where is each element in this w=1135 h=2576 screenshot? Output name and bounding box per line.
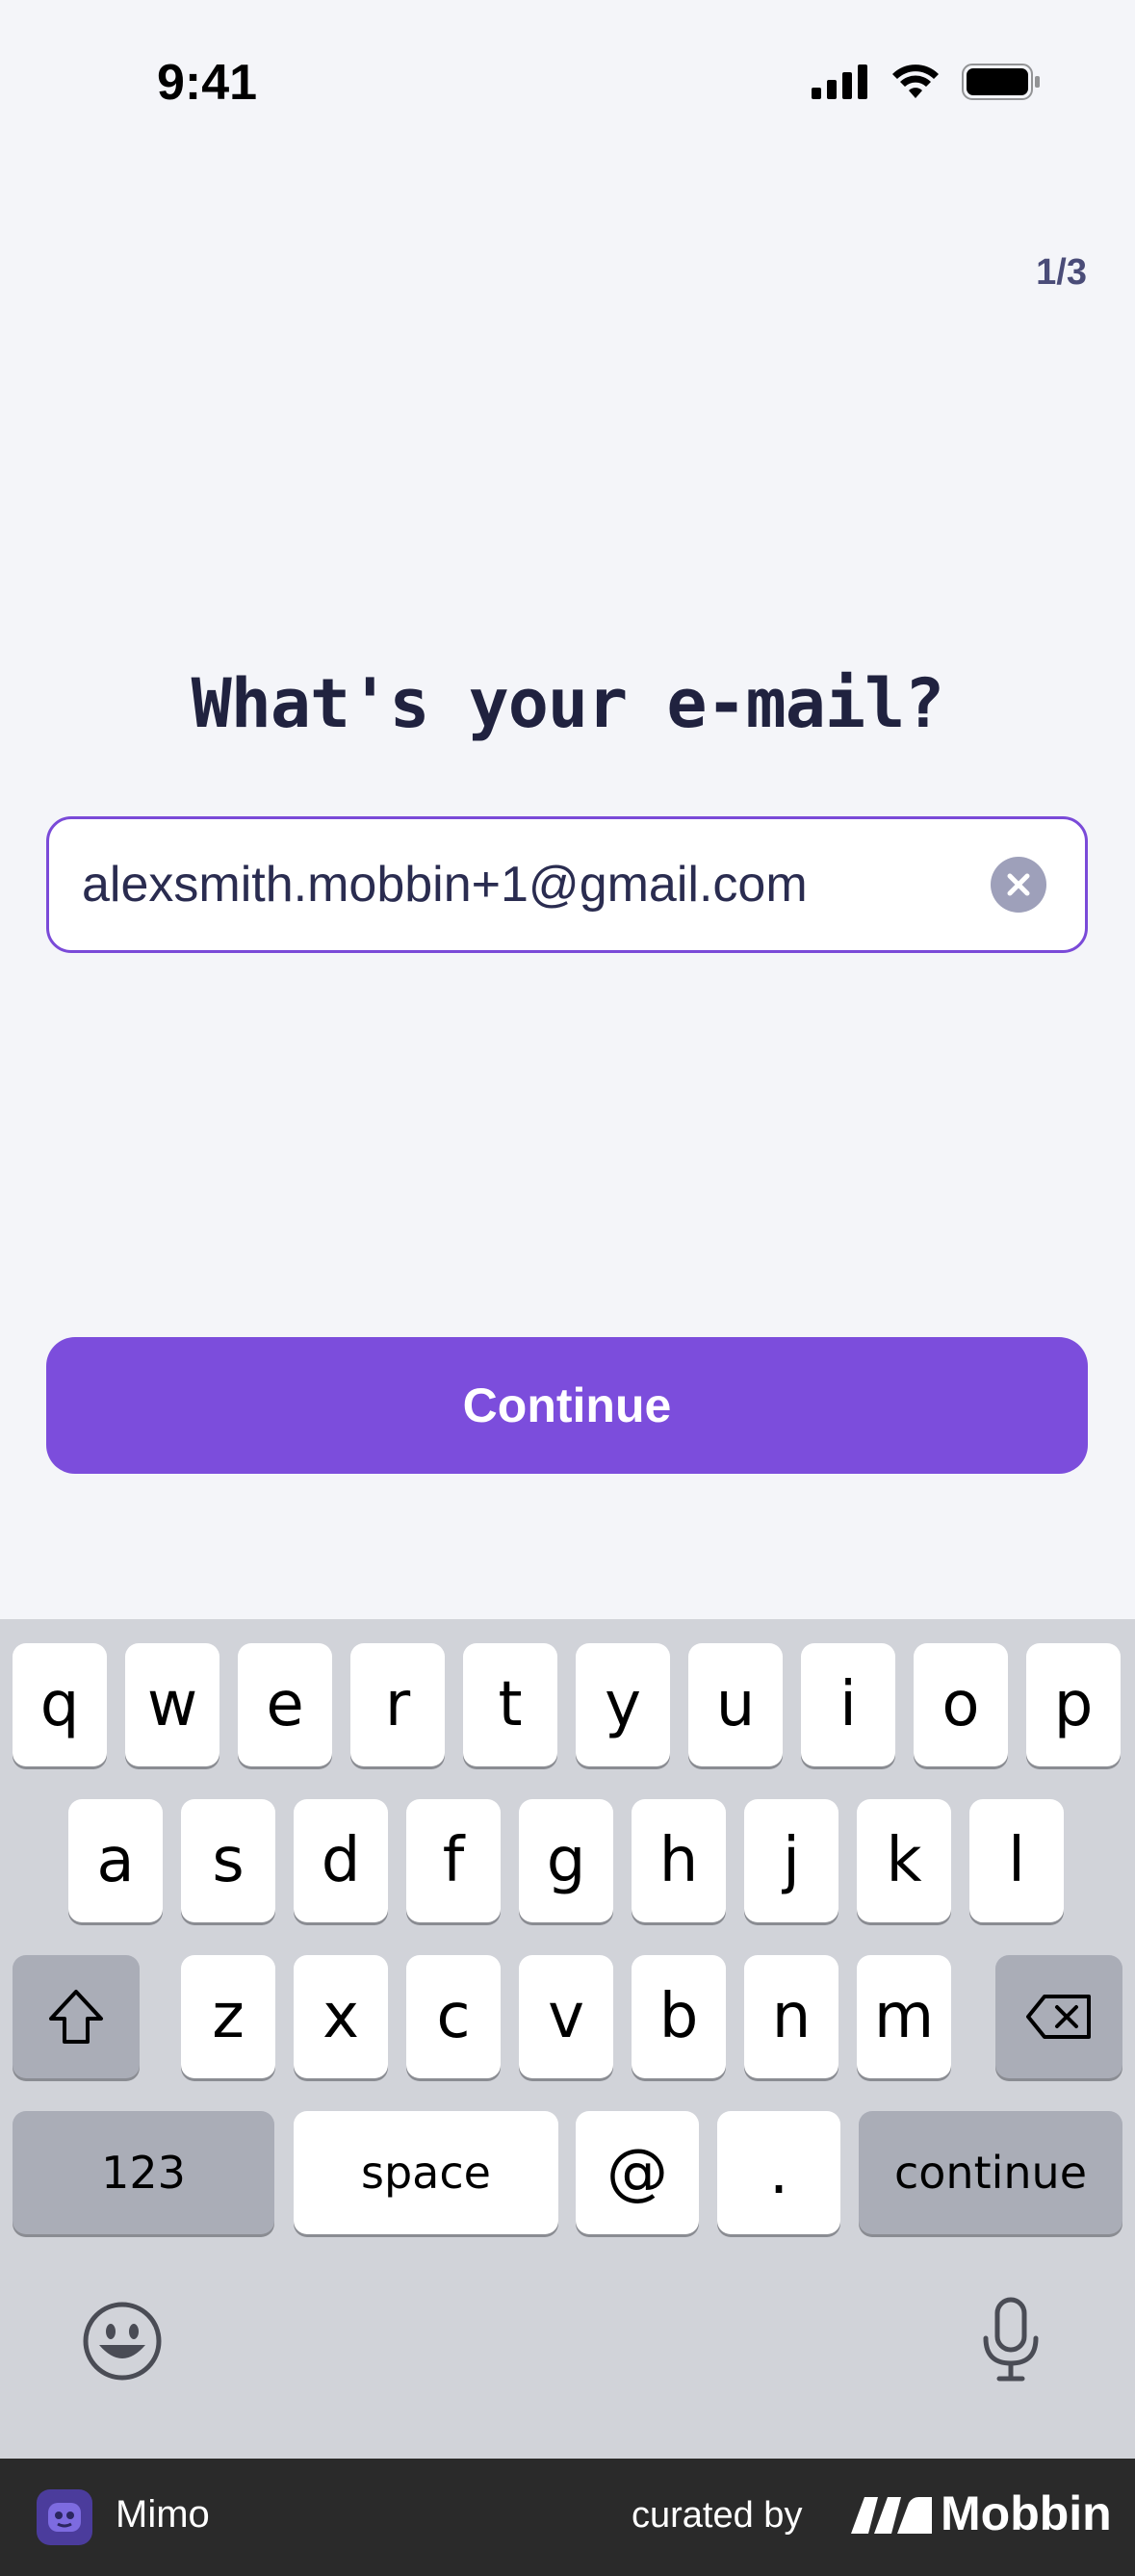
key-y[interactable]: y — [576, 1643, 670, 1766]
key-k[interactable]: k — [857, 1799, 951, 1922]
app-name: Mimo — [116, 2493, 210, 2536]
key-p[interactable]: p — [1026, 1643, 1121, 1766]
key-t[interactable]: t — [463, 1643, 557, 1766]
key-l[interactable]: l — [969, 1799, 1064, 1922]
curated-by-label: curated by — [632, 2495, 803, 2536]
key-x[interactable]: x — [294, 1955, 388, 2078]
numbers-key[interactable]: 123 — [13, 2111, 274, 2234]
key-n[interactable]: n — [744, 1955, 838, 2078]
at-key[interactable]: @ — [576, 2111, 699, 2234]
clear-input-button[interactable] — [991, 857, 1046, 913]
key-i[interactable]: i — [801, 1643, 895, 1766]
key-h[interactable]: h — [632, 1799, 726, 1922]
key-u[interactable]: u — [688, 1643, 783, 1766]
key-q[interactable]: q — [13, 1643, 107, 1766]
key-o[interactable]: o — [914, 1643, 1008, 1766]
backspace-key[interactable] — [995, 1955, 1122, 2078]
email-input-value[interactable]: alexsmith.mobbin+1@gmail.com — [82, 819, 808, 950]
keyboard: q w e r t y u i o p a s d f g h j k l z … — [0, 1619, 1135, 2459]
shift-key[interactable] — [13, 1955, 140, 2078]
status-bar: 9:41 — [0, 0, 1135, 164]
dot-key[interactable]: . — [717, 2111, 840, 2234]
emoji-icon[interactable] — [82, 2301, 163, 2382]
keyboard-continue-key[interactable]: continue — [859, 2111, 1122, 2234]
key-s[interactable]: s — [181, 1799, 275, 1922]
backspace-icon — [1026, 1995, 1091, 2039]
key-g[interactable]: g — [519, 1799, 613, 1922]
status-time: 9:41 — [157, 55, 258, 111]
key-w[interactable]: w — [125, 1643, 219, 1766]
battery-icon — [962, 64, 1040, 100]
key-j[interactable]: j — [744, 1799, 838, 1922]
mimo-logo-icon — [48, 2503, 81, 2532]
wifi-icon — [892, 64, 939, 98]
continue-button[interactable]: Continue — [46, 1337, 1088, 1474]
key-d[interactable]: d — [294, 1799, 388, 1922]
key-r[interactable]: r — [350, 1643, 445, 1766]
page-title: What's your e-mail? — [191, 664, 945, 743]
close-icon — [1007, 873, 1030, 896]
footer-bar: Mimo curated by Mobbin — [0, 2459, 1135, 2576]
key-m[interactable]: m — [857, 1955, 951, 2078]
microphone-icon[interactable] — [980, 2296, 1042, 2384]
mobbin-logo-icon — [851, 2497, 932, 2534]
key-a[interactable]: a — [68, 1799, 163, 1922]
app-icon — [37, 2489, 92, 2545]
step-indicator: 1/3 — [1036, 252, 1087, 293]
shift-icon — [49, 1990, 103, 2044]
key-b[interactable]: b — [632, 1955, 726, 2078]
space-key[interactable]: space — [294, 2111, 558, 2234]
brand-name: Mobbin — [941, 2486, 1112, 2540]
email-field[interactable]: alexsmith.mobbin+1@gmail.com — [46, 816, 1088, 953]
key-z[interactable]: z — [181, 1955, 275, 2078]
key-c[interactable]: c — [406, 1955, 501, 2078]
status-icons — [812, 64, 1041, 100]
key-f[interactable]: f — [406, 1799, 501, 1922]
cellular-signal-icon — [812, 64, 867, 99]
key-v[interactable]: v — [519, 1955, 613, 2078]
key-e[interactable]: e — [238, 1643, 332, 1766]
